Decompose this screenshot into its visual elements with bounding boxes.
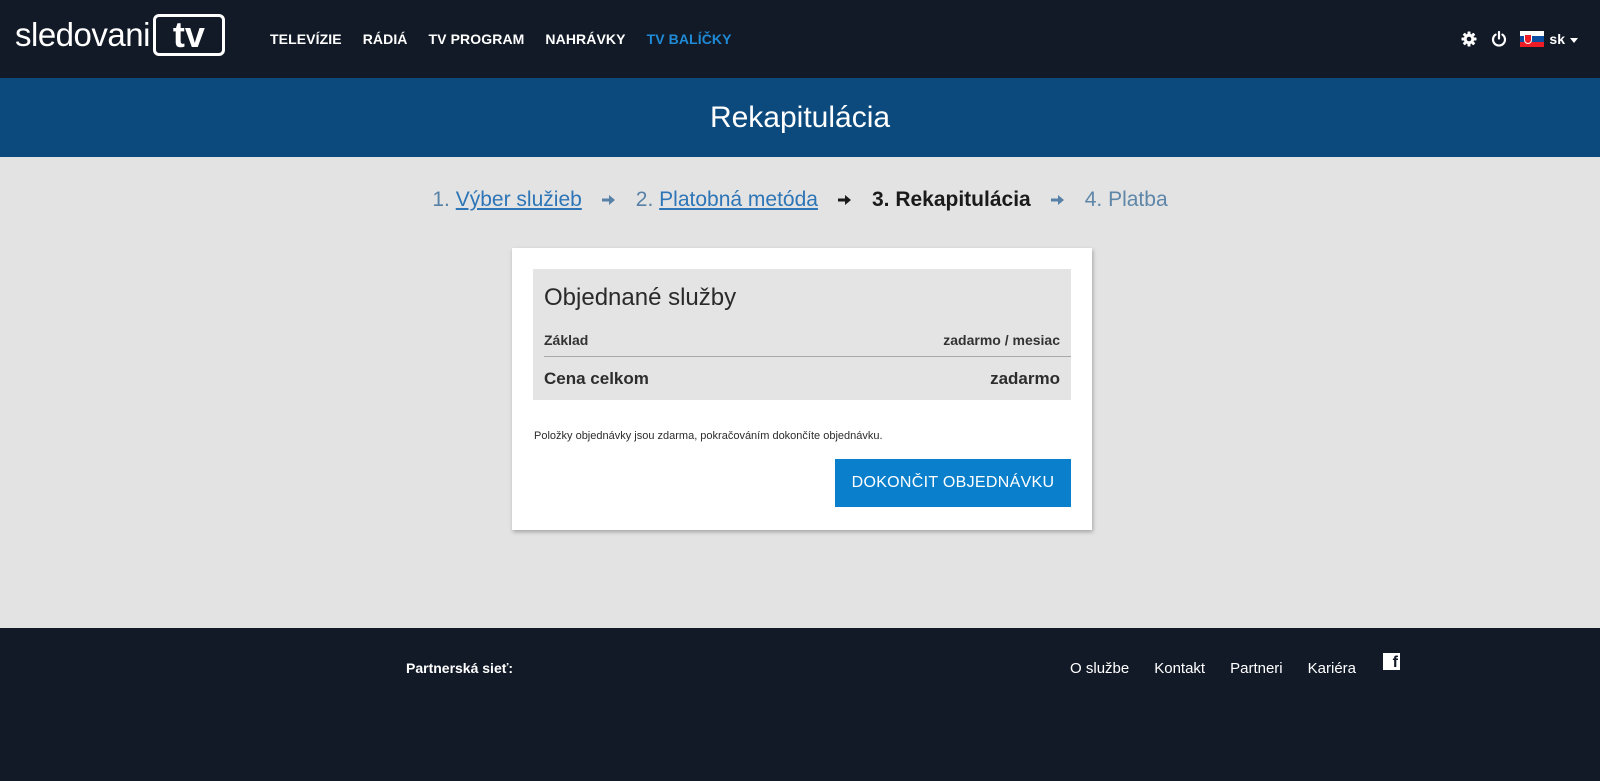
ordered-services-heading: Objednané služby [544, 284, 737, 311]
nav-tv-balicky[interactable]: TV BALÍČKY [647, 31, 732, 47]
step-4-label: Platba [1108, 188, 1168, 211]
main-nav: TELEVÍZIE RÁDIÁ TV PROGRAM NAHRÁVKY TV B… [270, 0, 753, 78]
top-navbar: sledovani tv TELEVÍZIE RÁDIÁ TV PROGRAM … [0, 0, 1600, 78]
power-icon[interactable] [1490, 30, 1508, 48]
order-summary-card: Objednané služby Základ zadarmo / mesiac… [512, 248, 1092, 530]
service-name: Základ [544, 332, 589, 348]
arrow-right-icon [601, 194, 616, 206]
finish-order-button[interactable]: DOKONČIT OBJEDNÁVKU [835, 459, 1071, 507]
page-title-band: Rekapitulácia [0, 78, 1600, 157]
step-3-number: 3. [871, 188, 890, 211]
page-title: Rekapitulácia [709, 100, 891, 134]
order-note: Položky objednávky jsou zdarma, pokračov… [534, 430, 883, 442]
footer-links: O službe Kontakt Partneri Kariéra f [1045, 653, 1400, 677]
footer: Partnerská sieť: O službe Kontakt Partne… [0, 628, 1600, 781]
arrow-right-icon [1050, 194, 1065, 206]
slovak-flag-icon [1520, 31, 1545, 47]
service-row: Základ zadarmo / mesiac [544, 332, 1060, 352]
footer-link-kontakt[interactable]: Kontakt [1154, 660, 1205, 677]
nav-nahravky[interactable]: NAHRÁVKY [545, 31, 625, 47]
total-row: Cena celkom zadarmo [544, 369, 1060, 393]
header-actions: sk [1448, 0, 1578, 78]
nav-radia[interactable]: RÁDIÁ [363, 31, 408, 47]
gear-icon[interactable] [1460, 30, 1478, 48]
step-2: 2. Platobná metóda [636, 188, 818, 212]
facebook-icon[interactable]: f [1383, 653, 1400, 670]
step-3-current: 3. Rekapitulácia [872, 188, 1031, 212]
language-code: sk [1549, 31, 1565, 47]
footer-link-kariera[interactable]: Kariéra [1308, 660, 1356, 677]
nav-televizie[interactable]: TELEVÍZIE [270, 31, 342, 47]
step-3-label: Rekapitulácia [895, 188, 1031, 211]
step-4: 4. Platba [1085, 188, 1168, 212]
logo-tv-box: tv [152, 14, 225, 56]
checkout-steps: 1. Výber služieb 2. Platobná metóda 3. R… [0, 184, 1600, 216]
footer-link-partneri[interactable]: Partneri [1230, 660, 1283, 677]
arrow-right-icon [837, 194, 852, 206]
language-selector[interactable]: sk [1520, 31, 1578, 47]
ordered-services-box: Objednané služby Základ zadarmo / mesiac… [533, 269, 1071, 400]
step-1-number: 1. [432, 188, 450, 211]
service-price: zadarmo / mesiac [943, 332, 1060, 348]
step-1-link[interactable]: Výber služieb [456, 188, 582, 211]
step-1: 1. Výber služieb [432, 188, 581, 212]
total-label: Cena celkom [544, 369, 649, 388]
footer-link-o-sluzbe[interactable]: O službe [1070, 660, 1129, 677]
divider [544, 356, 1071, 357]
step-4-number: 4. [1084, 188, 1103, 211]
nav-tv-program[interactable]: TV PROGRAM [429, 31, 525, 47]
total-value: zadarmo [990, 369, 1060, 388]
caret-down-icon [1570, 37, 1578, 43]
step-2-number: 2. [635, 188, 654, 211]
step-2-link[interactable]: Platobná metóda [659, 188, 818, 211]
partner-network-label: Partnerská sieť: [406, 660, 514, 676]
sledovanitv-logo[interactable]: sledovani tv [15, 13, 225, 57]
logo-text: sledovani [15, 16, 150, 53]
